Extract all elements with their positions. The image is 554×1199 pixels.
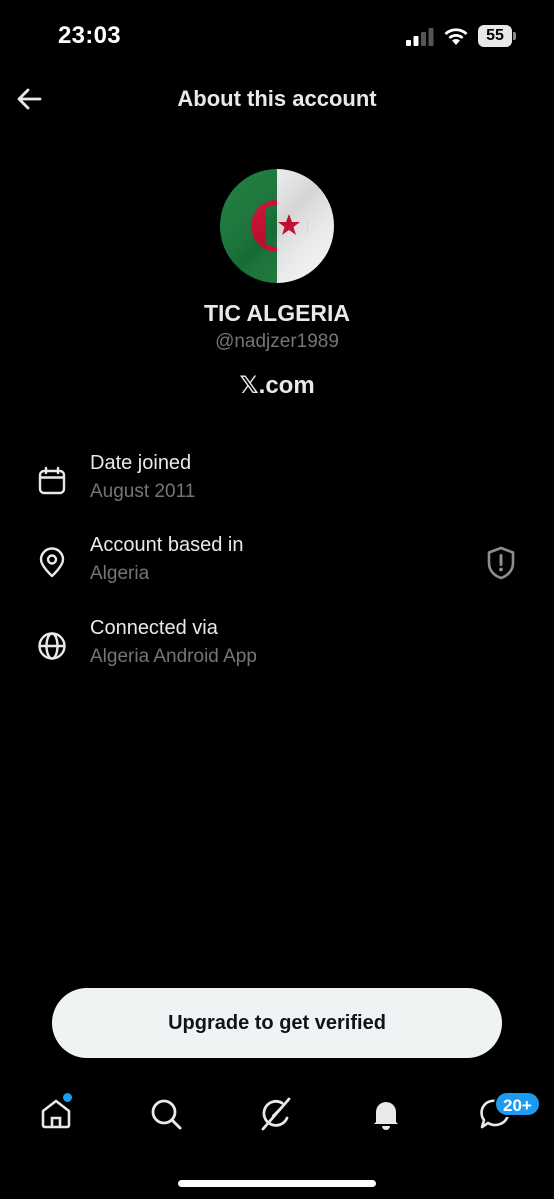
x-logo-icon: 𝕏 [239,371,259,399]
connected-via-label: Connected via [90,617,218,639]
connected-via-row: Connected via Algeria Android App [0,617,554,683]
algeria-flag-avatar [220,169,334,283]
search-icon [151,1099,182,1130]
site-link: 𝕏.com [0,371,554,400]
grok-icon [261,1097,291,1131]
date-joined-label: Date joined [90,452,192,474]
messages-badge: 20+ [494,1091,541,1117]
tab-grok[interactable] [258,1096,298,1136]
notifications-icon [374,1102,398,1130]
battery-tip [513,32,516,40]
tab-search[interactable] [148,1096,188,1136]
username-handle: @nadjzer1989 [215,331,339,352]
battery-icon: 55 [478,25,516,47]
date-joined-row: Date joined August 2011 [0,452,554,518]
account-based-in-row: Account based in Algeria [0,534,554,600]
tab-notifications[interactable] [368,1096,408,1136]
avatar [220,169,334,283]
account-based-in-value: Algeria [90,563,150,584]
account-based-in-label: Account based in [90,534,244,556]
about-account-screen: 23:03 55 About this account TIC ALGERIA … [0,0,554,1199]
site-suffix: .com [258,372,315,399]
location-pin-icon [39,547,65,578]
display-name: TIC ALGERIA [203,300,351,326]
home-unread-dot [63,1093,72,1102]
globe-icon [38,632,66,660]
wifi-icon [444,28,468,45]
date-joined-value: August 2011 [90,481,196,502]
signal-icon [406,28,434,46]
home-indicator[interactable] [178,1180,376,1187]
shield-icon[interactable] [486,546,516,580]
battery-level: 55 [478,25,512,47]
tab-home[interactable] [38,1096,78,1136]
calendar-icon [38,466,66,495]
upgrade-verified-button[interactable]: Upgrade to get verified [52,988,502,1058]
connected-via-value: Algeria Android App [90,646,257,667]
status-time: 23:03 [58,22,121,49]
page-title: About this account [177,86,377,111]
